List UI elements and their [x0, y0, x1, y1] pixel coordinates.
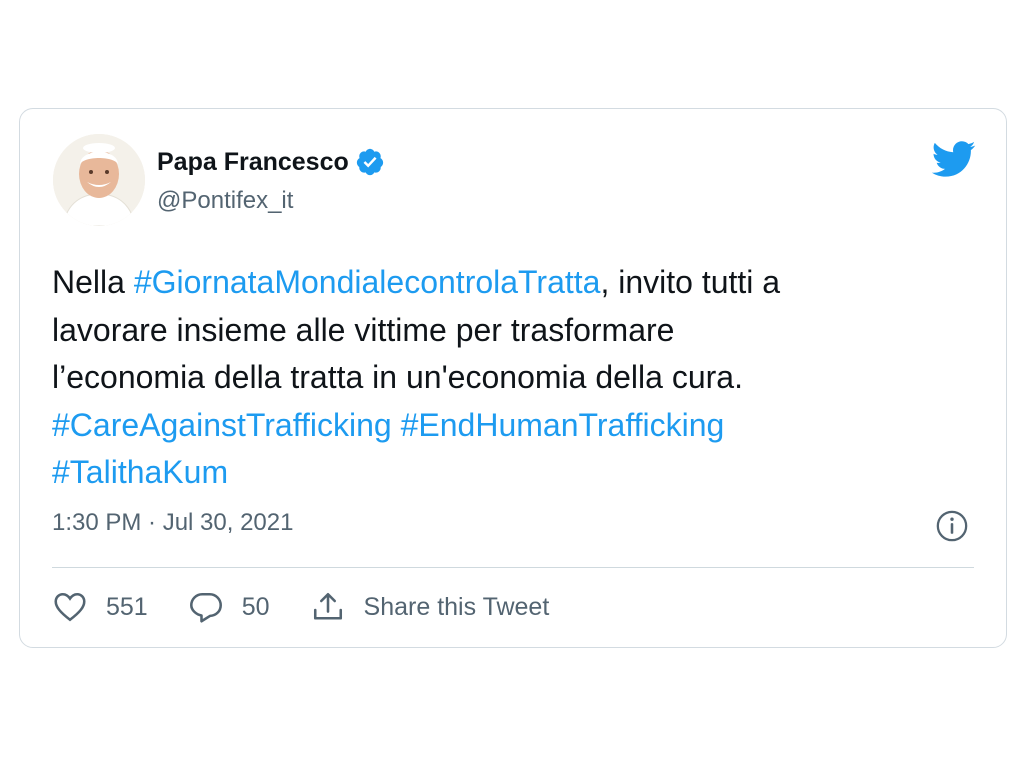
hashtag-end[interactable]: #EndHumanTrafficking [401, 407, 725, 443]
like-button[interactable]: 551 [52, 589, 148, 625]
share-icon [313, 592, 342, 620]
tweet-card: Papa Francesco @Pontifex_it Nella #Giorn… [19, 108, 1007, 648]
verified-badge-icon [356, 148, 383, 176]
share-label: Share this Tweet [363, 592, 550, 621]
text-fragment: , invito tutti a [600, 264, 781, 300]
text-fragment: Nella [52, 264, 134, 300]
like-count: 551 [106, 592, 148, 621]
author-name[interactable]: Papa Francesco [157, 148, 349, 177]
heart-icon [54, 592, 86, 622]
text-line: lavorare insieme alle vittime per trasfo… [52, 311, 675, 348]
tweet-timestamp[interactable]: 1:30 PM · Jul 30, 2021 [52, 509, 293, 537]
share-button[interactable]: Share this Tweet [310, 589, 550, 625]
author-handle[interactable]: @Pontifex_it [157, 187, 293, 215]
twitter-bird-icon[interactable] [930, 139, 976, 179]
text-line: l’economia della tratta in un'economia d… [52, 359, 743, 395]
avatar[interactable] [53, 134, 145, 226]
reply-button[interactable]: 50 [188, 589, 270, 625]
hashtag-talitha[interactable]: #TalithaKum [52, 454, 228, 490]
avatar-portrait-icon [53, 134, 145, 226]
author-name-row: Papa Francesco [157, 147, 385, 177]
reply-icon [189, 592, 222, 623]
reply-count: 50 [241, 592, 270, 621]
tweet-text: Nella #GiornataMondialecontrolaTratta, i… [52, 259, 982, 497]
hashtag-care[interactable]: #CareAgainstTrafficking [52, 407, 392, 443]
info-icon[interactable] [935, 509, 969, 543]
divider [52, 567, 974, 568]
hashtag-giornata[interactable]: #GiornataMondialecontrolaTratta [134, 264, 601, 300]
tweet-actions: 551 50 Share this Tweet [52, 589, 589, 625]
